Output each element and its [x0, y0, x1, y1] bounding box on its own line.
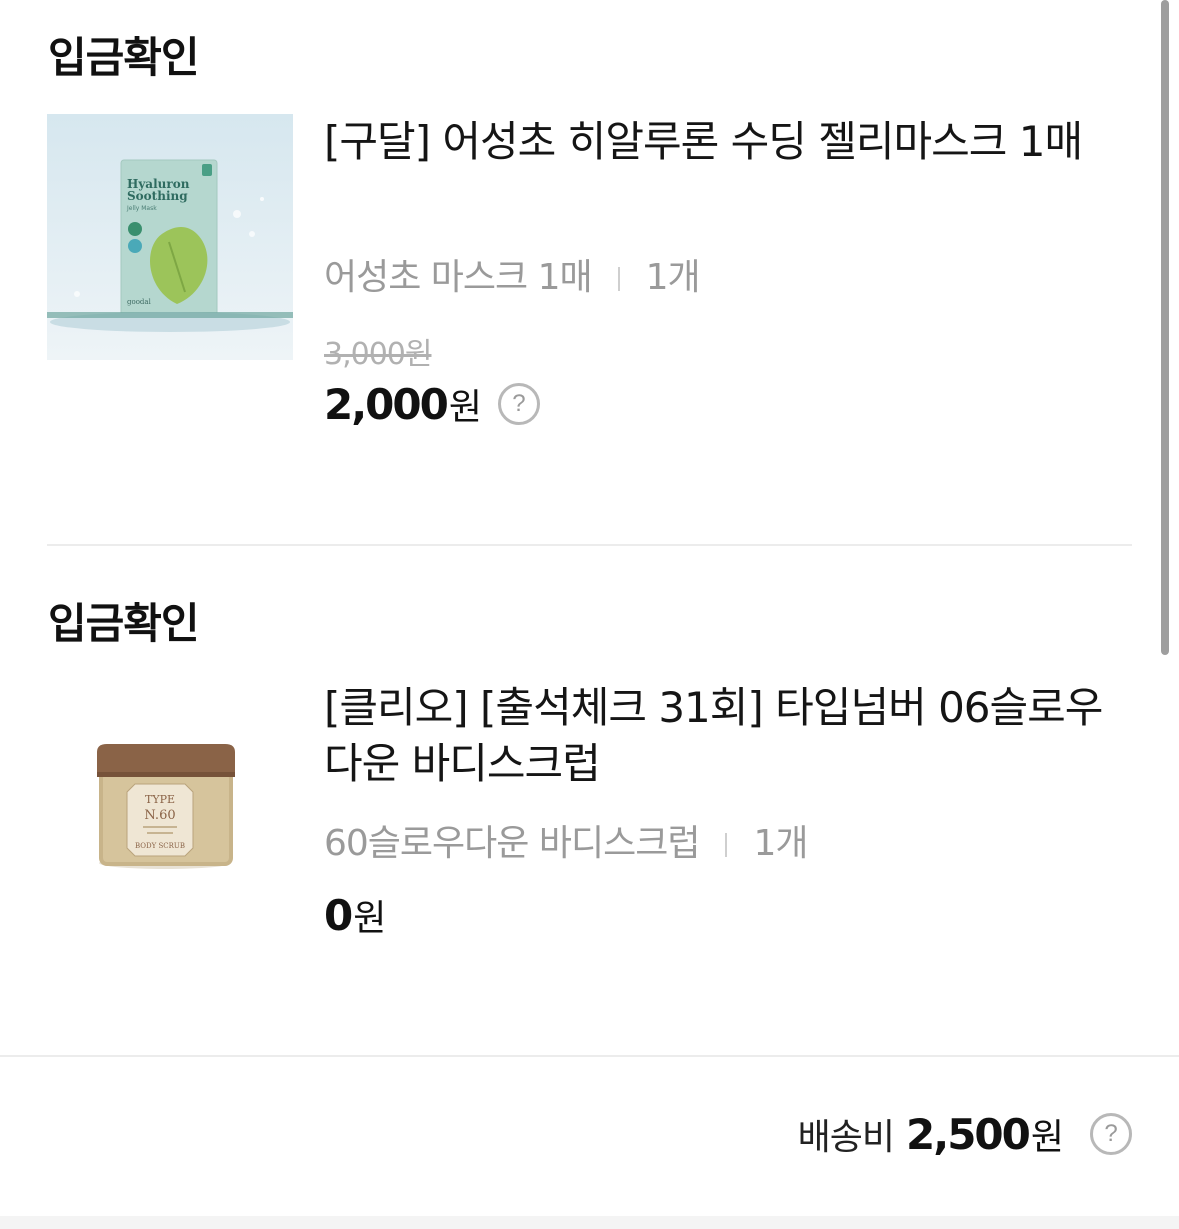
- order-status: 입금확인: [48, 599, 200, 648]
- price-number: 2,000: [324, 379, 449, 429]
- order-status: 입금확인: [48, 33, 200, 82]
- option-separator: [725, 833, 728, 857]
- product-image[interactable]: TYPE N.60 BODY SCRUB: [47, 680, 293, 926]
- divider: [47, 544, 1132, 546]
- help-icon[interactable]: ?: [497, 383, 540, 425]
- image-brand: goodal: [127, 298, 152, 306]
- price-number: 0: [324, 890, 353, 940]
- original-price: 3,000원: [324, 337, 432, 372]
- shipping-unit: 원: [1030, 1117, 1064, 1158]
- image-label: N.60: [144, 808, 175, 823]
- price-unit: 원: [448, 387, 482, 428]
- product-title[interactable]: [구달] 어성초 히알루론 수딩 젤리마스크 1매: [324, 114, 1114, 170]
- option-quantity: 1개: [645, 257, 701, 298]
- shipping-fee-row: 배송비 2,500 원 ?: [798, 1108, 1132, 1160]
- section-divider: [0, 1055, 1179, 1057]
- help-icon[interactable]: ?: [1090, 1113, 1132, 1155]
- product-option: 어성초 마스크 1매 1개: [324, 248, 701, 300]
- scrollbar[interactable]: [1161, 0, 1169, 655]
- image-label: Jelly Mask: [126, 205, 157, 212]
- shipping-amount: 2,500: [906, 1109, 1031, 1159]
- product-title[interactable]: [클리오] [출석체크 31회] 타입넘버 06슬로우다운 바디스크럽: [324, 680, 1114, 792]
- bottom-strip: [0, 1216, 1179, 1229]
- price-row: 0 원: [324, 889, 386, 941]
- image-label: Soothing: [127, 189, 188, 203]
- price-unit: 원: [353, 898, 387, 939]
- image-label: TYPE: [145, 793, 175, 806]
- image-label: BODY SCRUB: [135, 842, 185, 850]
- option-separator: [617, 267, 620, 291]
- option-quantity: 1개: [753, 823, 808, 864]
- product-option: 60슬로우다운 바디스크럽 1개: [324, 814, 808, 866]
- option-name: 어성초 마스크 1매: [324, 257, 593, 298]
- product-image[interactable]: Hyaluron Soothing Jelly Mask goodal: [47, 114, 293, 360]
- price-row: 2,000 원 ?: [324, 378, 540, 430]
- shipping-label: 배송비: [797, 1117, 895, 1158]
- option-name: 60슬로우다운 바디스크럽: [324, 823, 700, 864]
